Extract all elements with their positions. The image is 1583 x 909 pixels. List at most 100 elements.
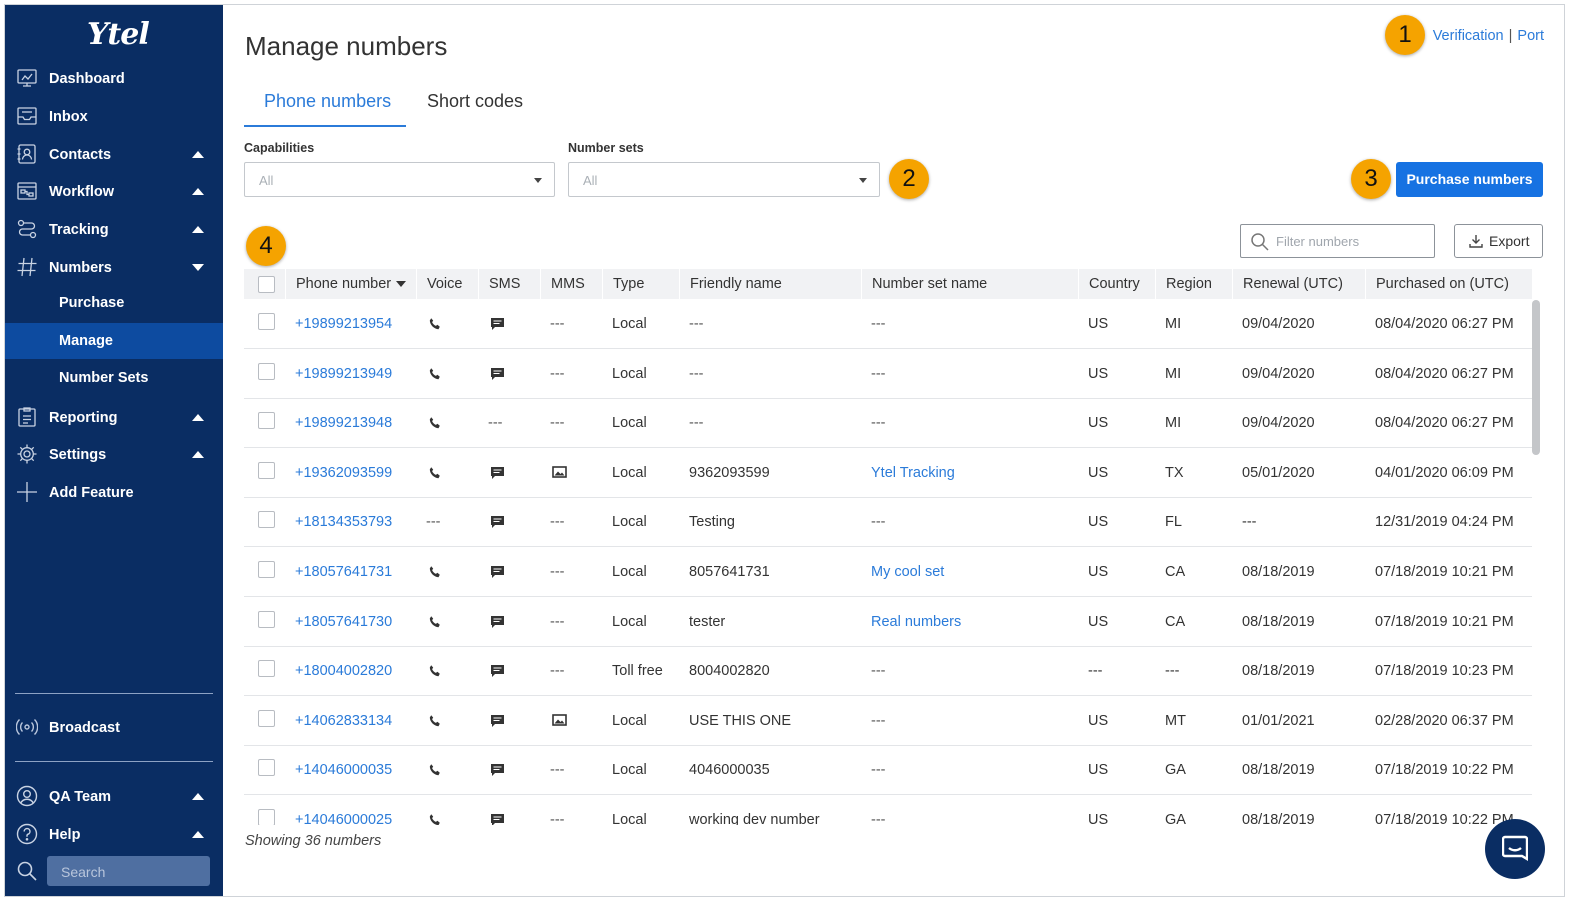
phone-number-link[interactable]: +18134353793: [295, 514, 392, 530]
table-row[interactable]: +14046000025 --- Local working dev number --…: [244, 795, 1532, 825]
sidebar-item-contacts[interactable]: Contacts: [5, 137, 223, 173]
country: US: [1088, 712, 1109, 729]
row-checkbox[interactable]: [258, 610, 275, 628]
table-row[interactable]: +19899213948 --- --- Local --- --- US MI 09/04/2…: [244, 398, 1532, 449]
friendly-name: ---: [689, 365, 704, 382]
sidebar-item-label: Settings: [49, 447, 107, 463]
renewal-date: 08/18/2019: [1242, 613, 1315, 630]
row-checkbox[interactable]: [258, 660, 275, 678]
phone-number-link[interactable]: +14046000035: [295, 762, 392, 778]
sidebar-item-qa-team[interactable]: QA Team: [5, 779, 223, 815]
sidebar-item-reporting[interactable]: Reporting: [5, 400, 223, 436]
number-set-link[interactable]: My cool set: [871, 564, 944, 580]
ytel-logo[interactable]: Ytel: [87, 17, 150, 52]
phone-icon: [429, 367, 440, 379]
sidebar-item-dashboard[interactable]: Dashboard: [5, 61, 223, 97]
row-checkbox[interactable]: [258, 759, 275, 777]
sidebar-subitem-manage[interactable]: Manage: [5, 323, 223, 359]
download-icon: [1469, 235, 1483, 248]
number-set-name: ---: [871, 514, 886, 531]
purchased-date: 12/31/2019 04:24 PM: [1375, 514, 1514, 531]
number-set-link[interactable]: Ytel Tracking: [871, 465, 955, 481]
phone-number-link[interactable]: +14046000025: [295, 812, 392, 825]
table-row[interactable]: +19899213949 --- Local --- --- US MI 09/04/2020…: [244, 349, 1532, 399]
table-row[interactable]: +14062833134 Local USE THIS ONE --- US MT 01/0…: [244, 696, 1532, 746]
purchase-numbers-button[interactable]: Purchase numbers: [1396, 162, 1543, 197]
column-header-renewal-utc[interactable]: Renewal (UTC): [1232, 269, 1343, 299]
table-row[interactable]: +18057641731 --- Local 8057641731 My cool se…: [244, 547, 1532, 597]
row-checkbox[interactable]: [258, 412, 275, 430]
phone-number-link[interactable]: +18004002820: [295, 663, 392, 679]
row-checkbox[interactable]: [258, 561, 275, 578]
purchased-date: 08/04/2020 06:27 PM: [1375, 415, 1514, 432]
row-checkbox[interactable]: [258, 461, 275, 479]
select-all-checkbox[interactable]: [258, 276, 275, 293]
export-label: Export: [1489, 233, 1530, 249]
table-row[interactable]: +19899213954 --- Local --- --- US MI 09/04/2020…: [244, 299, 1532, 349]
row-checkbox[interactable]: [258, 511, 275, 529]
sidebar-subitem-label: Purchase: [59, 295, 125, 311]
caret-up-icon: [192, 226, 204, 233]
row-checkbox[interactable]: [258, 362, 275, 380]
sidebar-search-input[interactable]: Search: [47, 856, 210, 886]
table-row[interactable]: +14046000035 --- Local 4046000035 --- US GA 08/…: [244, 745, 1532, 796]
phone-number-link[interactable]: +18057641730: [295, 614, 392, 630]
column-header-sms[interactable]: SMS: [478, 269, 520, 299]
sidebar-item-settings[interactable]: Settings: [5, 437, 223, 473]
column-header-friendly-name[interactable]: Friendly name: [679, 269, 782, 299]
tab-short-codes[interactable]: Short codes: [427, 83, 523, 127]
sidebar-subitem-purchase[interactable]: Purchase: [5, 285, 223, 321]
column-header-type[interactable]: Type: [602, 269, 644, 299]
tab-phone-numbers[interactable]: Phone numbers: [244, 83, 406, 127]
column-header-country[interactable]: Country: [1078, 269, 1140, 299]
column-header-region[interactable]: Region: [1155, 269, 1212, 299]
phone-number-link[interactable]: +18057641731: [295, 564, 392, 580]
column-header-phone-number[interactable]: Phone number: [285, 269, 406, 299]
table-row[interactable]: +18004002820 --- Toll free 8004002820 --- ---…: [244, 646, 1532, 697]
column-header-purchased-on-utc[interactable]: Purchased on (UTC): [1365, 269, 1509, 299]
filter-numbers-input[interactable]: Filter numbers: [1240, 224, 1435, 258]
row-checkbox[interactable]: [258, 313, 275, 330]
phone-number-link[interactable]: +19899213948: [295, 415, 392, 431]
phone-icon: [429, 615, 440, 627]
phone-number-link[interactable]: +19362093599: [295, 465, 392, 481]
number-sets-select[interactable]: All: [568, 162, 880, 197]
table-row[interactable]: +18134353793 --- --- Local Testing --- US FL ---…: [244, 497, 1532, 548]
row-checkbox[interactable]: [258, 809, 275, 825]
sidebar-item-broadcast[interactable]: Broadcast: [5, 710, 223, 746]
phone-number-link[interactable]: +19899213954: [295, 316, 392, 332]
search-icon: [17, 861, 37, 881]
phone-number-link[interactable]: +19899213949: [295, 366, 392, 382]
sidebar-item-workflow[interactable]: Workflow: [5, 174, 223, 210]
export-button[interactable]: Export: [1454, 224, 1543, 258]
column-header-number-set-name[interactable]: Number set name: [861, 269, 987, 299]
caret-down-icon: [192, 264, 204, 271]
row-checkbox[interactable]: [258, 709, 275, 727]
table-row[interactable]: +19362093599 Local 9362093599 Ytel Tracking…: [244, 448, 1532, 498]
number-sets-value: All: [583, 173, 598, 188]
renewal-date: 09/04/2020: [1242, 415, 1315, 432]
chat-button[interactable]: [1485, 819, 1545, 879]
verification-link[interactable]: Verification: [1433, 28, 1504, 44]
friendly-name: Testing: [689, 514, 735, 531]
number-type: Local: [612, 613, 647, 630]
sidebar-item-label: Help: [49, 827, 81, 843]
capabilities-select[interactable]: All: [244, 162, 555, 197]
country: US: [1088, 762, 1109, 779]
mms-capability-empty: ---: [550, 663, 565, 680]
sidebar-item-add-feature[interactable]: Add Feature: [5, 475, 223, 511]
number-set-link[interactable]: Real numbers: [871, 614, 961, 630]
table-row[interactable]: +18057641730 --- Local tester Real numbers US…: [244, 597, 1532, 647]
sidebar-item-inbox[interactable]: Inbox: [5, 99, 223, 135]
phone-icon: [429, 814, 440, 825]
column-header-mms[interactable]: MMS: [540, 269, 585, 299]
phone-number-link[interactable]: +14062833134: [295, 713, 392, 729]
table-scrollbar[interactable]: [1532, 300, 1540, 455]
column-header-voice[interactable]: Voice: [416, 269, 462, 299]
sidebar-item-help[interactable]: Help: [5, 817, 223, 853]
sidebar-item-tracking[interactable]: Tracking: [5, 212, 223, 248]
sidebar-subitem-number-sets[interactable]: Number Sets: [5, 360, 223, 396]
friendly-name: working dev number: [689, 812, 820, 825]
port-link[interactable]: Port: [1517, 28, 1544, 44]
sidebar-item-numbers[interactable]: Numbers: [5, 250, 223, 286]
